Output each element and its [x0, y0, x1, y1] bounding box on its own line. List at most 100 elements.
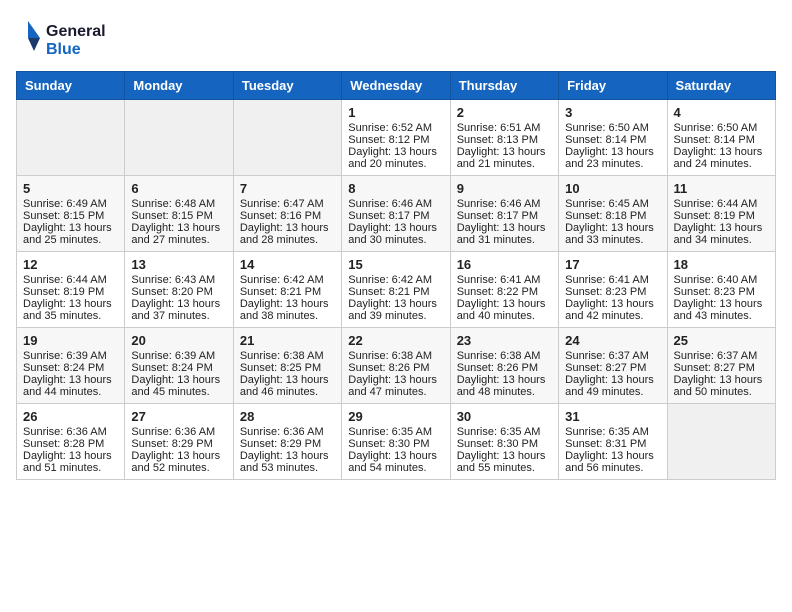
day-info: Sunset: 8:12 PM: [348, 134, 443, 146]
day-info: Sunrise: 6:47 AM: [240, 198, 335, 210]
day-info: Sunset: 8:14 PM: [565, 134, 660, 146]
day-info: Daylight: 13 hours and 56 minutes.: [565, 450, 660, 474]
calendar-cell: 8 Sunrise: 6:46 AMSunset: 8:17 PMDaylight…: [342, 176, 450, 252]
weekday-header-saturday: Saturday: [667, 72, 775, 100]
day-number: 18: [674, 257, 769, 272]
day-number: 8: [348, 181, 443, 196]
calendar-cell: 6Sunrise: 6:48 AMSunset: 8:15 PMDaylight…: [125, 176, 233, 252]
day-info: Sunrise: 6:41 AM: [457, 274, 552, 286]
day-info: Daylight: 13 hours and 49 minutes.: [565, 374, 660, 398]
calendar-cell: 23Sunrise: 6:38 AMSunset: 8:26 PMDayligh…: [450, 328, 558, 404]
day-info: Sunrise: 6:46 AM: [348, 198, 443, 210]
day-number: 20: [131, 333, 226, 348]
calendar-cell: 2Sunrise: 6:51 AMSunset: 8:13 PMDaylight…: [450, 100, 558, 176]
day-info: Sunrise: 6:40 AM: [674, 274, 769, 286]
calendar-cell: 26Sunrise: 6:36 AMSunset: 8:28 PMDayligh…: [17, 404, 125, 480]
day-info: Sunrise: 6:38 AM: [240, 350, 335, 362]
day-info: Sunset: 8:24 PM: [23, 362, 118, 374]
calendar-cell: 21Sunrise: 6:38 AMSunset: 8:25 PMDayligh…: [233, 328, 341, 404]
day-info: Sunset: 8:24 PM: [131, 362, 226, 374]
calendar-cell: [667, 404, 775, 480]
day-info: Sunrise: 6:41 AM: [565, 274, 660, 286]
day-info: Sunrise: 6:44 AM: [674, 198, 769, 210]
weekday-header-row: SundayMondayTuesdayWednesdayThursdayFrid…: [17, 72, 776, 100]
day-info: Daylight: 13 hours and 35 minutes.: [23, 298, 118, 322]
day-number: 17: [565, 257, 660, 272]
day-number: 2: [457, 105, 552, 120]
day-info: Daylight: 13 hours and 38 minutes.: [240, 298, 335, 322]
day-number: 29: [348, 409, 443, 424]
day-info: Sunset: 8:23 PM: [565, 286, 660, 298]
day-info: Sunrise: 6:37 AM: [674, 350, 769, 362]
day-number: 9: [457, 181, 552, 196]
day-info: Sunset: 8:15 PM: [23, 210, 118, 222]
weekday-header-thursday: Thursday: [450, 72, 558, 100]
day-info: Sunset: 8:14 PM: [674, 134, 769, 146]
day-info: Sunset: 8:13 PM: [457, 134, 552, 146]
calendar-cell: 9Sunrise: 6:46 AMSunset: 8:17 PMDaylight…: [450, 176, 558, 252]
day-info: Sunset: 8:17 PM: [348, 210, 443, 222]
day-info: Daylight: 13 hours and 34 minutes.: [674, 222, 769, 246]
weekday-header-wednesday: Wednesday: [342, 72, 450, 100]
day-number: 3: [565, 105, 660, 120]
page-header: GeneralBlue: [16, 16, 776, 61]
calendar-cell: [17, 100, 125, 176]
day-info: Sunrise: 6:36 AM: [131, 426, 226, 438]
day-number: 23: [457, 333, 552, 348]
day-info: Daylight: 13 hours and 55 minutes.: [457, 450, 552, 474]
day-info: Daylight: 13 hours and 50 minutes.: [674, 374, 769, 398]
calendar-cell: 16Sunrise: 6:41 AMSunset: 8:22 PMDayligh…: [450, 252, 558, 328]
day-info: Sunrise: 6:52 AM: [348, 122, 443, 134]
day-info: Sunrise: 6:45 AM: [565, 198, 660, 210]
day-info: Sunset: 8:31 PM: [565, 438, 660, 450]
calendar-cell: 27Sunrise: 6:36 AMSunset: 8:29 PMDayligh…: [125, 404, 233, 480]
day-info: Daylight: 13 hours and 43 minutes.: [674, 298, 769, 322]
day-number: 4: [674, 105, 769, 120]
day-info: Sunset: 8:21 PM: [348, 286, 443, 298]
day-info: Sunrise: 6:51 AM: [457, 122, 552, 134]
calendar-cell: 17Sunrise: 6:41 AMSunset: 8:23 PMDayligh…: [559, 252, 667, 328]
day-info: Daylight: 13 hours and 45 minutes.: [131, 374, 226, 398]
day-number: 31: [565, 409, 660, 424]
svg-text:General: General: [46, 23, 106, 40]
day-info: Sunset: 8:27 PM: [565, 362, 660, 374]
calendar-cell: [125, 100, 233, 176]
day-info: Daylight: 13 hours and 37 minutes.: [131, 298, 226, 322]
day-info: Sunset: 8:21 PM: [240, 286, 335, 298]
day-info: Sunset: 8:28 PM: [23, 438, 118, 450]
calendar-cell: 11Sunrise: 6:44 AMSunset: 8:19 PMDayligh…: [667, 176, 775, 252]
day-info: Sunrise: 6:35 AM: [565, 426, 660, 438]
day-number: 10: [565, 181, 660, 196]
calendar-cell: 18Sunrise: 6:40 AMSunset: 8:23 PMDayligh…: [667, 252, 775, 328]
calendar-cell: 13Sunrise: 6:43 AMSunset: 8:20 PMDayligh…: [125, 252, 233, 328]
day-info: Daylight: 13 hours and 28 minutes.: [240, 222, 335, 246]
day-info: Daylight: 13 hours and 33 minutes.: [565, 222, 660, 246]
calendar-cell: [233, 100, 341, 176]
day-info: Daylight: 13 hours and 25 minutes.: [23, 222, 118, 246]
day-info: Sunrise: 6:35 AM: [348, 426, 443, 438]
day-info: Daylight: 13 hours and 48 minutes.: [457, 374, 552, 398]
day-number: 30: [457, 409, 552, 424]
day-info: Daylight: 13 hours and 30 minutes.: [348, 222, 443, 246]
day-info: Daylight: 13 hours and 47 minutes.: [348, 374, 443, 398]
calendar-cell: 30Sunrise: 6:35 AMSunset: 8:30 PMDayligh…: [450, 404, 558, 480]
calendar-week-3: 12Sunrise: 6:44 AMSunset: 8:19 PMDayligh…: [17, 252, 776, 328]
calendar-cell: 31 Sunrise: 6:35 AMSunset: 8:31 PMDayligh…: [559, 404, 667, 480]
calendar-cell: 7Sunrise: 6:47 AMSunset: 8:16 PMDaylight…: [233, 176, 341, 252]
day-info: Sunrise: 6:42 AM: [348, 274, 443, 286]
day-number: 15: [348, 257, 443, 272]
calendar-cell: 24Sunrise: 6:37 AMSunset: 8:27 PMDayligh…: [559, 328, 667, 404]
day-info: Sunrise: 6:43 AM: [131, 274, 226, 286]
day-info: Sunset: 8:22 PM: [457, 286, 552, 298]
day-info: Sunset: 8:27 PM: [674, 362, 769, 374]
day-info: Sunrise: 6:50 AM: [674, 122, 769, 134]
day-info: Sunset: 8:17 PM: [457, 210, 552, 222]
calendar-week-5: 26Sunrise: 6:36 AMSunset: 8:28 PMDayligh…: [17, 404, 776, 480]
day-info: Daylight: 13 hours and 51 minutes.: [23, 450, 118, 474]
day-info: Sunset: 8:29 PM: [240, 438, 335, 450]
day-number: 14: [240, 257, 335, 272]
day-info: Sunrise: 6:49 AM: [23, 198, 118, 210]
day-info: Sunset: 8:19 PM: [23, 286, 118, 298]
day-number: 7: [240, 181, 335, 196]
day-info: Sunset: 8:30 PM: [348, 438, 443, 450]
